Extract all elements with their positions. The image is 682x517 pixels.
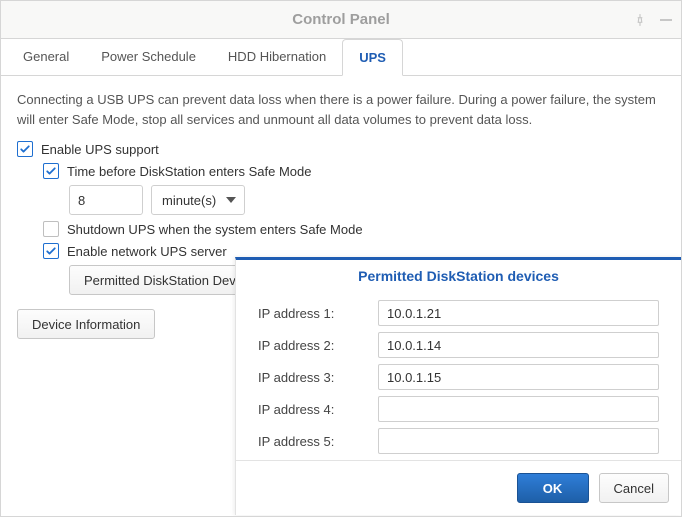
network-ups-label: Enable network UPS server [67, 244, 227, 259]
titlebar: Control Panel [1, 1, 681, 39]
control-panel-window: Control Panel General Power Schedule HDD… [0, 0, 682, 517]
shutdown-ups-row: Shutdown UPS when the system enters Safe… [43, 221, 665, 237]
time-unit-select[interactable]: minute(s) [151, 185, 245, 215]
device-information-button[interactable]: Device Information [17, 309, 155, 339]
window-title: Control Panel [292, 11, 390, 28]
ip-input-4[interactable] [378, 396, 659, 422]
ip-row-2: IP address 2: [258, 332, 659, 358]
tab-ups[interactable]: UPS [342, 39, 403, 76]
tab-general[interactable]: General [7, 39, 85, 75]
time-unit-label: minute(s) [162, 193, 216, 208]
ip-input-3[interactable] [378, 364, 659, 390]
enable-ups-checkbox[interactable] [17, 141, 33, 157]
ip-label-2: IP address 2: [258, 338, 378, 353]
time-before-row: Time before DiskStation enters Safe Mode [43, 163, 665, 179]
ip-label-1: IP address 1: [258, 306, 378, 321]
ip-input-2[interactable] [378, 332, 659, 358]
ip-label-3: IP address 3: [258, 370, 378, 385]
minimize-icon[interactable] [659, 13, 673, 27]
pin-icon[interactable] [633, 13, 647, 27]
time-value-input[interactable] [69, 185, 143, 215]
enable-ups-row: Enable UPS support [17, 141, 665, 157]
dialog-title: Permitted DiskStation devices [236, 260, 681, 294]
window-controls [633, 1, 673, 39]
enable-ups-label: Enable UPS support [41, 142, 159, 157]
tab-power-schedule[interactable]: Power Schedule [85, 39, 212, 75]
time-before-checkbox[interactable] [43, 163, 59, 179]
ip-input-5[interactable] [378, 428, 659, 454]
ip-input-1[interactable] [378, 300, 659, 326]
ip-label-4: IP address 4: [258, 402, 378, 417]
chevron-down-icon [226, 197, 236, 203]
time-before-value-row: minute(s) [69, 185, 665, 215]
ip-label-5: IP address 5: [258, 434, 378, 449]
ip-row-4: IP address 4: [258, 396, 659, 422]
ip-row-3: IP address 3: [258, 364, 659, 390]
tab-bar: General Power Schedule HDD Hibernation U… [1, 39, 681, 76]
shutdown-ups-label: Shutdown UPS when the system enters Safe… [67, 222, 363, 237]
cancel-button[interactable]: Cancel [599, 473, 669, 503]
ip-row-5: IP address 5: [258, 428, 659, 454]
network-ups-checkbox[interactable] [43, 243, 59, 259]
permitted-devices-dialog: Permitted DiskStation devices IP address… [235, 257, 681, 515]
dialog-footer: OK Cancel [236, 460, 681, 515]
intro-text: Connecting a USB UPS can prevent data lo… [17, 90, 665, 129]
dialog-body: IP address 1: IP address 2: IP address 3… [236, 300, 681, 454]
ok-button[interactable]: OK [517, 473, 589, 503]
time-before-label: Time before DiskStation enters Safe Mode [67, 164, 311, 179]
tab-hdd-hibernation[interactable]: HDD Hibernation [212, 39, 342, 75]
ip-row-1: IP address 1: [258, 300, 659, 326]
shutdown-ups-checkbox[interactable] [43, 221, 59, 237]
